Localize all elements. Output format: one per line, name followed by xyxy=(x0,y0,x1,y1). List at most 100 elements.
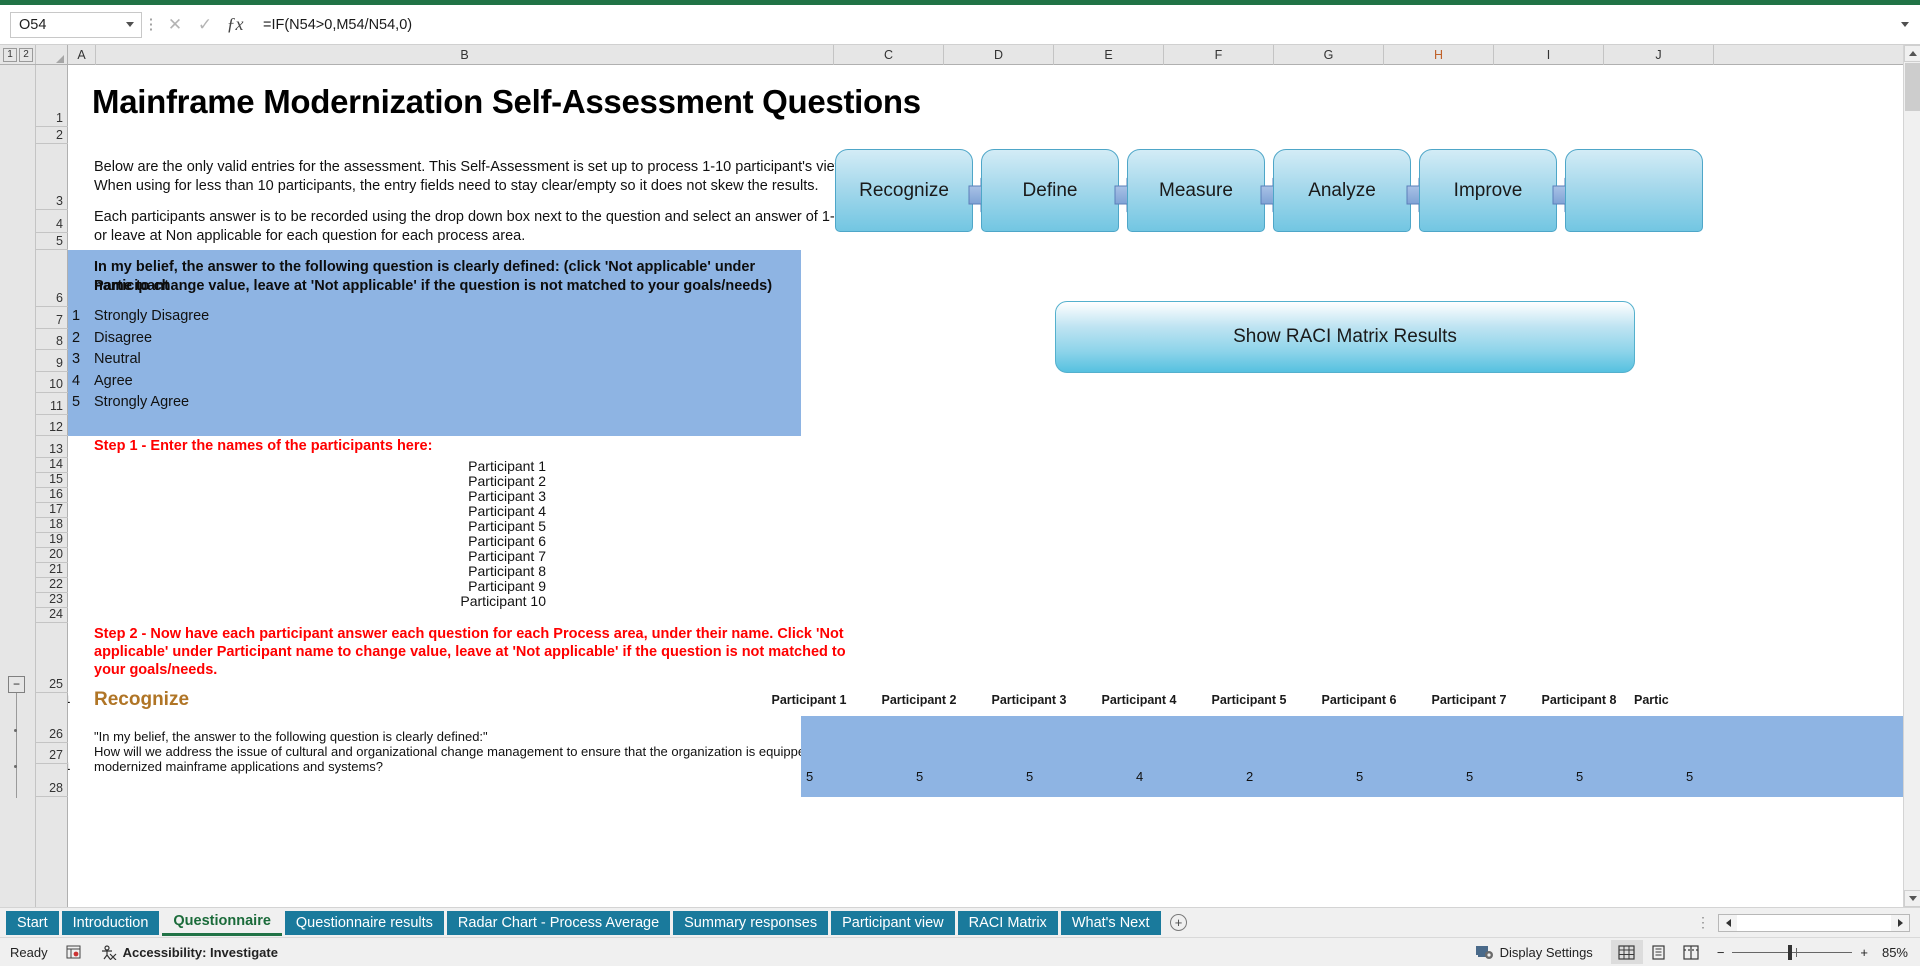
row-header-25[interactable]: 25 xyxy=(36,623,68,693)
row-header-10[interactable]: 10 xyxy=(36,372,68,393)
formula-input[interactable]: =IF(N54>0,M54/N54,0) xyxy=(254,12,1892,38)
column-header-b[interactable]: B xyxy=(96,45,834,65)
page-break-preview-button[interactable] xyxy=(1675,940,1707,964)
row-header-18[interactable]: 18 xyxy=(36,518,68,533)
column-header-d[interactable]: D xyxy=(944,45,1054,65)
row-header-11[interactable]: 11 xyxy=(36,393,68,415)
vertical-scroll-thumb[interactable] xyxy=(1905,63,1920,111)
participant-name-input-1[interactable]: Participant 1 xyxy=(416,458,546,474)
row-header-13[interactable]: 13 xyxy=(36,436,68,458)
row-header-9[interactable]: 9 xyxy=(36,350,68,372)
tab-split-handle[interactable]: ⋮ xyxy=(1696,918,1710,927)
process-step-improve[interactable]: Improve xyxy=(1419,149,1557,232)
row-header-17[interactable]: 17 xyxy=(36,503,68,518)
scroll-down-icon[interactable] xyxy=(1904,890,1920,907)
formula-bar-grip[interactable]: ⋮ xyxy=(142,20,160,30)
scroll-up-icon[interactable] xyxy=(1904,45,1920,62)
outline-level-1-button[interactable]: 1 xyxy=(3,48,17,62)
horizontal-scroll-track[interactable] xyxy=(1737,915,1891,931)
row-header-5[interactable]: 5 xyxy=(36,233,68,250)
participant-name-input-10[interactable]: Participant 10 xyxy=(416,593,546,609)
participant-name-input-2[interactable]: Participant 2 xyxy=(416,473,546,489)
participant-name-input-4[interactable]: Participant 4 xyxy=(416,503,546,519)
answer-cell-participant-7[interactable]: 5 xyxy=(1466,769,1473,784)
name-box[interactable]: O54 xyxy=(10,12,142,38)
horizontal-scrollbar[interactable] xyxy=(1718,914,1910,932)
row-header-20[interactable]: 20 xyxy=(36,548,68,563)
answer-cell-participant-2[interactable]: 5 xyxy=(916,769,923,784)
process-step-measure[interactable]: Measure xyxy=(1127,149,1265,232)
process-step-next[interactable] xyxy=(1565,149,1703,232)
sheet-tab-start[interactable]: Start xyxy=(6,911,59,935)
process-step-define[interactable]: Define xyxy=(981,149,1119,232)
sheet-tab-radar-chart[interactable]: Radar Chart - Process Average xyxy=(447,911,670,935)
row-header-8[interactable]: 8 xyxy=(36,329,68,350)
sheet-tab-introduction[interactable]: Introduction xyxy=(62,911,160,935)
insert-function-icon[interactable]: ƒx xyxy=(220,12,250,38)
column-header-e[interactable]: E xyxy=(1054,45,1164,65)
column-header-g[interactable]: G xyxy=(1274,45,1384,65)
answer-cell-participant-4[interactable]: 4 xyxy=(1136,769,1143,784)
zoom-percentage[interactable]: 85% xyxy=(1878,945,1920,960)
row-header-3[interactable]: 3 xyxy=(36,144,68,210)
expand-formula-bar-icon[interactable] xyxy=(1894,22,1916,27)
column-header-i[interactable]: I xyxy=(1494,45,1604,65)
macro-record-button[interactable] xyxy=(66,945,82,959)
sheet-tab-questionnaire-results[interactable]: Questionnaire results xyxy=(285,911,444,935)
sheet-tab-whats-next[interactable]: What's Next xyxy=(1061,911,1161,935)
row-header-2[interactable]: 2 xyxy=(36,127,68,144)
process-smartart[interactable]: Recognize Define Measure Analyze xyxy=(835,149,1920,244)
scroll-left-icon[interactable] xyxy=(1719,915,1737,931)
answer-cell-participant-6[interactable]: 5 xyxy=(1356,769,1363,784)
outline-collapse-button[interactable]: − xyxy=(8,676,25,693)
participant-name-input-5[interactable]: Participant 5 xyxy=(416,518,546,534)
outline-level-2-button[interactable]: 2 xyxy=(19,48,33,62)
column-header-c[interactable]: C xyxy=(834,45,944,65)
column-header-j[interactable]: J xyxy=(1604,45,1714,65)
cancel-icon[interactable]: ✕ xyxy=(160,12,190,38)
normal-view-button[interactable] xyxy=(1611,940,1643,964)
answer-cell-participant-8[interactable]: 5 xyxy=(1576,769,1583,784)
scroll-right-icon[interactable] xyxy=(1891,915,1909,931)
row-header-16[interactable]: 16 xyxy=(36,488,68,503)
zoom-slider-track[interactable] xyxy=(1732,952,1852,953)
sheet-tab-participant-view[interactable]: Participant view xyxy=(831,911,955,935)
sheet-tab-raci-matrix[interactable]: RACI Matrix xyxy=(958,911,1058,935)
row-header-14[interactable]: 14 xyxy=(36,458,68,473)
add-sheet-button[interactable]: + xyxy=(1164,911,1194,935)
zoom-out-button[interactable]: − xyxy=(1717,945,1725,960)
accessibility-status[interactable]: Accessibility: Investigate xyxy=(100,945,278,960)
zoom-control[interactable]: − + xyxy=(1717,945,1868,960)
vertical-scrollbar[interactable] xyxy=(1903,45,1920,907)
answer-cell-participant-3[interactable]: 5 xyxy=(1026,769,1033,784)
sheet-tab-questionnaire[interactable]: Questionnaire xyxy=(162,909,282,936)
participant-name-input-3[interactable]: Participant 3 xyxy=(416,488,546,504)
show-raci-matrix-button[interactable]: Show RACI Matrix Results xyxy=(1055,301,1635,373)
row-header-22[interactable]: 22 xyxy=(36,578,68,593)
column-header-f[interactable]: F xyxy=(1164,45,1274,65)
page-layout-view-button[interactable] xyxy=(1643,940,1675,964)
cells-canvas[interactable]: Mainframe Modernization Self-Assessment … xyxy=(68,65,1920,907)
column-header-a[interactable]: A xyxy=(68,45,96,65)
outline-level-buttons[interactable]: 1 2 xyxy=(0,45,36,64)
row-header-23[interactable]: 23 xyxy=(36,593,68,608)
zoom-slider-thumb[interactable] xyxy=(1788,945,1792,960)
display-settings-button[interactable]: Display Settings xyxy=(1476,945,1593,960)
participant-name-input-9[interactable]: Participant 9 xyxy=(416,578,546,594)
row-header-26[interactable]: 26 xyxy=(36,693,68,743)
answer-cell-participant-9[interactable]: 5 xyxy=(1686,769,1693,784)
column-header-k[interactable] xyxy=(1714,45,1920,65)
row-header-4[interactable]: 4 xyxy=(36,210,68,233)
row-header-27[interactable]: 27 xyxy=(36,743,68,764)
row-header-6[interactable]: 6 xyxy=(36,250,68,307)
row-header-12[interactable]: 12 xyxy=(36,415,68,436)
row-header-7[interactable]: 7 xyxy=(36,307,68,329)
row-header-19[interactable]: 19 xyxy=(36,533,68,548)
sheet-tab-summary-responses[interactable]: Summary responses xyxy=(673,911,828,935)
answer-cell-participant-1[interactable]: 5 xyxy=(806,769,813,784)
row-header-28[interactable]: 28 xyxy=(36,764,68,797)
row-header-21[interactable]: 21 xyxy=(36,563,68,578)
select-all-corner[interactable] xyxy=(36,45,68,64)
participant-name-input-8[interactable]: Participant 8 xyxy=(416,563,546,579)
process-step-recognize[interactable]: Recognize xyxy=(835,149,973,232)
